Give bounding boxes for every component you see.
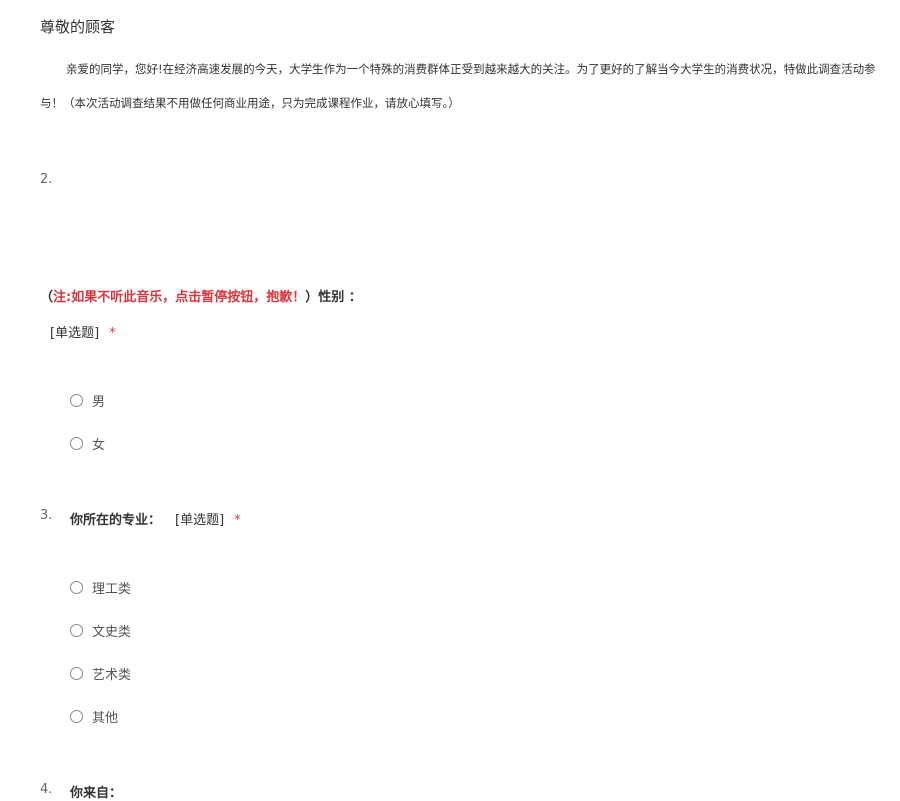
question-4-number: 4.	[40, 782, 53, 797]
option-humanities[interactable]: 文史类	[70, 621, 131, 640]
question-2-title-text: ）性别 ：	[305, 290, 362, 305]
radio-icon[interactable]	[70, 710, 83, 723]
option-label: 理工类	[92, 582, 132, 597]
question-3-number: 3.	[40, 508, 53, 523]
option-science-engineering[interactable]: 理工类	[70, 578, 131, 597]
option-label: 其他	[92, 711, 119, 726]
option-male[interactable]: 男	[70, 391, 105, 410]
option-female[interactable]: 女	[70, 434, 105, 453]
option-other[interactable]: 其他	[70, 707, 118, 726]
intro-paragraph: 亲爱的同学，您好!在经济高速发展的今天，大学生作为一个特殊的消费群体正受到越来越…	[40, 62, 876, 110]
option-label: 女	[92, 438, 106, 453]
option-label: 男	[92, 395, 106, 410]
option-label: 艺术类	[92, 668, 132, 683]
question-2-open-paren: （	[40, 290, 54, 305]
question-3-title: 你所在的专业： [单选题] *	[70, 509, 241, 528]
question-2-note: 注:如果不听此音乐，点击暂停按钮，抱歉！	[53, 290, 306, 305]
question-3-type: [单选题]	[175, 513, 225, 528]
radio-icon[interactable]	[70, 624, 83, 637]
radio-icon[interactable]	[70, 667, 83, 680]
radio-icon[interactable]	[70, 437, 83, 450]
question-3-title-text: 你所在的专业：	[70, 513, 162, 528]
survey-page: 尊敬的顾客 亲爱的同学，您好!在经济高速发展的今天，大学生作为一个特殊的消费群体…	[0, 0, 900, 801]
question-2-number: 2.	[40, 172, 53, 187]
radio-icon[interactable]	[70, 581, 83, 594]
question-2-type-label: [单选题]	[50, 326, 100, 341]
question-4-title: 你来自：	[70, 786, 123, 801]
question-2-title: （注:如果不听此音乐，点击暂停按钮，抱歉！）性别 ：	[40, 286, 362, 305]
greeting-title: 尊敬的顾客	[40, 18, 116, 36]
question-2-type: [单选题] *	[50, 322, 116, 341]
required-mark: *	[109, 326, 116, 341]
radio-icon[interactable]	[70, 394, 83, 407]
option-label: 文史类	[92, 625, 132, 640]
required-mark: *	[234, 513, 241, 528]
option-arts[interactable]: 艺术类	[70, 664, 131, 683]
